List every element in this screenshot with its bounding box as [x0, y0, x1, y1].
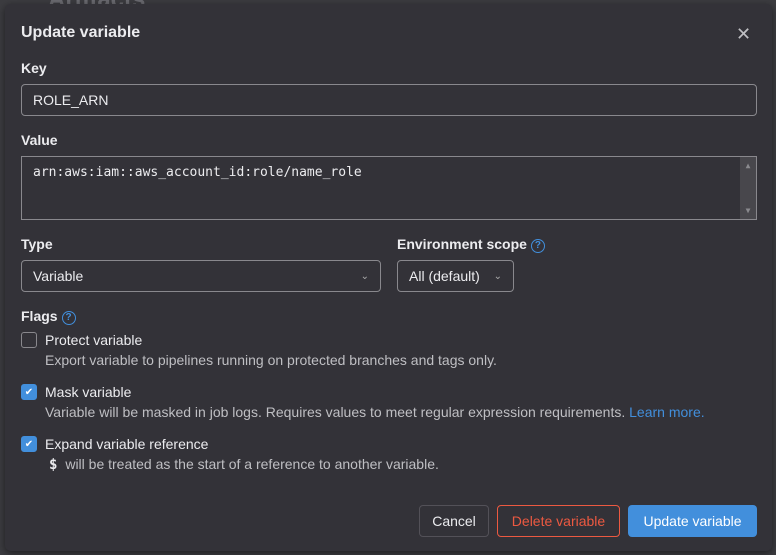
- protect-variable-label[interactable]: Protect variable: [45, 332, 142, 348]
- flags-label-text: Flags: [21, 308, 58, 324]
- help-icon[interactable]: ?: [530, 239, 545, 253]
- key-label: Key: [21, 60, 47, 76]
- mask-variable-checkbox[interactable]: ✔: [21, 384, 37, 400]
- env-scope-label: Environment scope?: [397, 236, 545, 253]
- modal-title: Update variable: [21, 24, 141, 41]
- expand-variable-label[interactable]: Expand variable reference: [45, 436, 208, 452]
- flags-label: Flags?: [21, 308, 76, 325]
- protect-variable-checkbox[interactable]: [21, 332, 37, 348]
- help-icon[interactable]: ?: [61, 311, 76, 325]
- delete-variable-button[interactable]: Delete variable: [497, 505, 620, 537]
- expand-variable-checkbox[interactable]: ✔: [21, 436, 37, 452]
- value-text: arn:aws:iam::aws_account_id:role/name_ro…: [33, 165, 362, 180]
- mask-variable-label[interactable]: Mask variable: [45, 384, 131, 400]
- cancel-button[interactable]: Cancel: [419, 505, 489, 537]
- env-scope-selected: All (default): [409, 268, 480, 284]
- type-label: Type: [21, 236, 53, 252]
- mask-desc-text: Variable will be masked in job logs. Req…: [45, 404, 626, 420]
- close-icon[interactable]: ✕: [736, 24, 751, 45]
- env-scope-dropdown[interactable]: All (default) ⌄: [397, 260, 514, 292]
- update-variable-button[interactable]: Update variable: [628, 505, 757, 537]
- scroll-down-icon[interactable]: ▼: [746, 206, 751, 215]
- update-variable-modal: Update variable ✕ Key ROLE_ARN Value arn…: [5, 4, 772, 551]
- expand-desc-text: will be treated as the start of a refere…: [65, 456, 439, 472]
- chevron-down-icon: ⌄: [360, 270, 369, 282]
- key-input[interactable]: ROLE_ARN: [21, 84, 757, 116]
- value-label: Value: [21, 132, 58, 148]
- learn-more-link[interactable]: Learn more.: [629, 404, 704, 420]
- dollar-code: $: [49, 457, 58, 473]
- type-selected: Variable: [33, 268, 84, 284]
- protect-variable-desc: Export variable to pipelines running on …: [45, 352, 497, 368]
- chevron-down-icon: ⌄: [493, 270, 502, 282]
- env-scope-label-text: Environment scope: [397, 236, 527, 252]
- value-textarea[interactable]: arn:aws:iam::aws_account_id:role/name_ro…: [21, 156, 757, 220]
- scroll-up-icon[interactable]: ▲: [746, 161, 751, 170]
- textarea-scrollbar[interactable]: ▲ ▼: [740, 157, 756, 219]
- type-select[interactable]: Variable ⌄: [21, 260, 381, 292]
- expand-variable-desc: $ will be treated as the start of a refe…: [45, 456, 439, 473]
- mask-variable-desc: Variable will be masked in job logs. Req…: [45, 404, 705, 420]
